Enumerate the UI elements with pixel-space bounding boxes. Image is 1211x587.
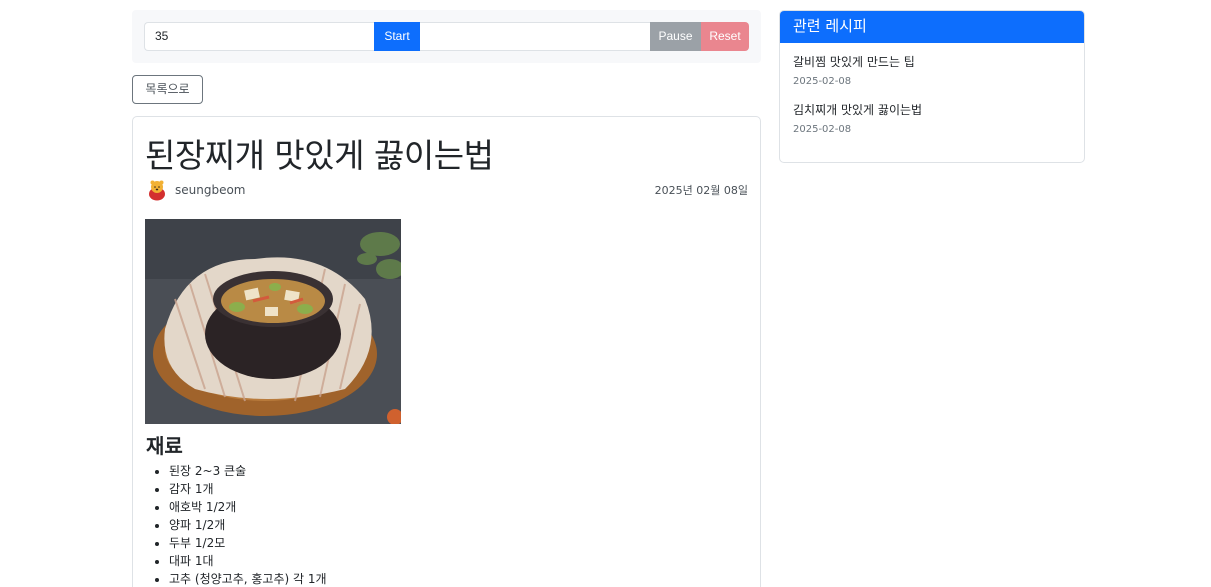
ingredient-item: 애호박 1/2개 <box>169 498 327 516</box>
start-button[interactable]: Start <box>374 22 420 51</box>
related-recipe-title[interactable]: 갈비찜 맛있게 만드는 팁 <box>793 53 915 70</box>
doenjang-stew-photo <box>145 219 401 424</box>
ingredient-item: 된장 2~3 큰술 <box>169 462 327 480</box>
related-recipe-title[interactable]: 김치찌개 맛있게 끓이는법 <box>793 101 922 118</box>
post-card: 된장찌개 맛있게 끓이는법 seungbeom 2025년 02월 08일 재료… <box>132 116 761 587</box>
timer-bar: 35 Start Pause Reset <box>132 10 761 63</box>
ingredient-list: 된장 2~3 큰술 감자 1개 애호박 1/2개 양파 1/2개 두부 1/2모… <box>169 462 327 587</box>
author-avatar <box>149 180 165 201</box>
related-recipe-date: 2025-02-08 <box>793 124 852 135</box>
ingredients-heading: 재료 <box>146 434 183 458</box>
ingredient-item: 대파 1대 <box>169 552 327 570</box>
post-date: 2025년 02월 08일 <box>654 184 748 197</box>
post-title: 된장찌개 맛있게 끓이는법 <box>145 136 494 175</box>
pause-button[interactable]: Pause <box>650 22 701 51</box>
related-recipes-card: 관련 레시피 갈비찜 맛있게 만드는 팁 2025-02-08 김치찌개 맛있게… <box>779 10 1085 163</box>
related-recipe-item[interactable]: 갈비찜 맛있게 만드는 팁 2025-02-08 <box>793 53 915 87</box>
author-name: seungbeom <box>175 183 246 197</box>
ingredient-item: 두부 1/2모 <box>169 534 327 552</box>
back-to-list-button[interactable]: 목록으로 <box>132 75 203 104</box>
timer-input[interactable]: 35 <box>144 22 374 51</box>
ingredient-item: 양파 1/2개 <box>169 516 327 534</box>
reset-button[interactable]: Reset <box>701 22 749 51</box>
related-recipes-header: 관련 레시피 <box>780 11 1084 43</box>
ingredient-item: 고추 (청양고추, 홍고추) 각 1개 <box>169 570 327 587</box>
ingredient-item: 감자 1개 <box>169 480 327 498</box>
related-recipe-item[interactable]: 김치찌개 맛있게 끓이는법 2025-02-08 <box>793 101 922 135</box>
timer-display <box>420 22 650 51</box>
related-recipe-date: 2025-02-08 <box>793 76 852 87</box>
